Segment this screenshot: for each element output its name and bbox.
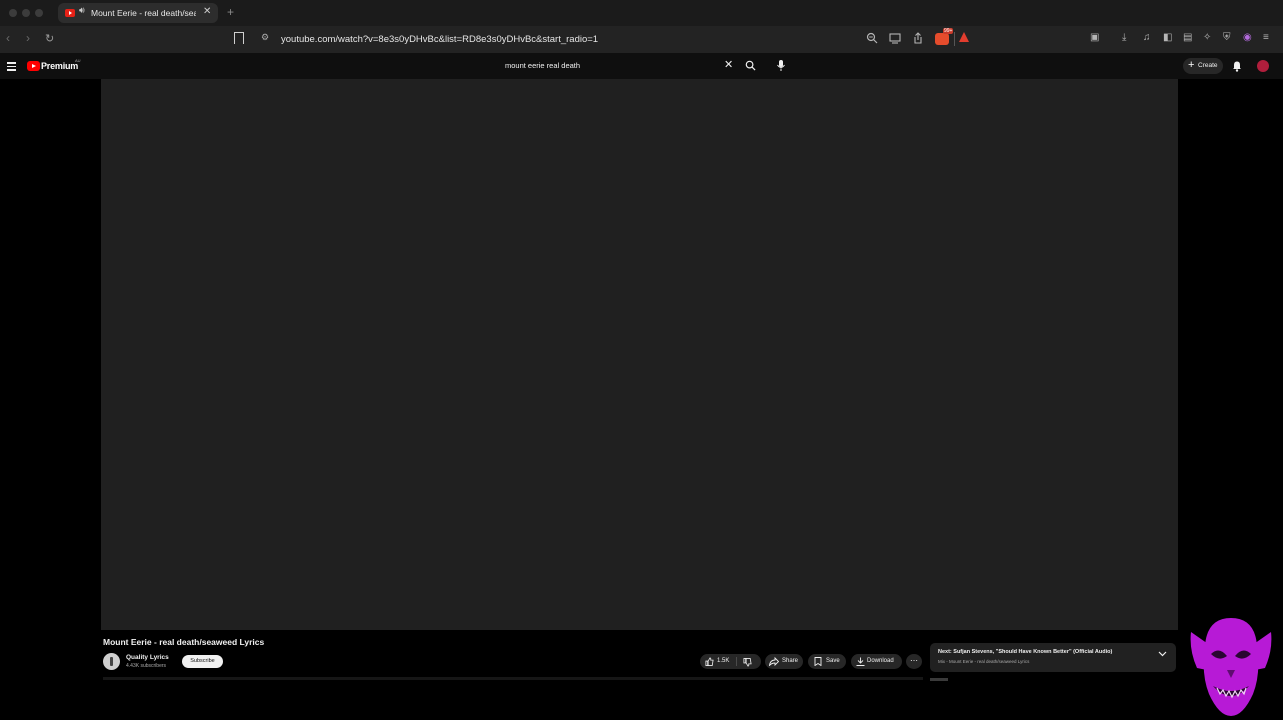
bookmark-icon[interactable] — [234, 32, 244, 44]
next-video-title: Next: Sufjan Stevens, "Should Have Known… — [938, 649, 1113, 655]
save-button[interactable]: Save — [808, 654, 846, 669]
tab-title: Mount Eerie - real death/seaweed Lyrics — [91, 8, 196, 18]
download-label: Download — [867, 658, 894, 664]
thumbs-down-icon[interactable] — [743, 658, 752, 667]
youtube-logo-text[interactable]: Premium — [41, 61, 78, 71]
mic-icon[interactable] — [776, 59, 786, 72]
sidebar-panel-icon[interactable]: ▣ — [1090, 32, 1099, 43]
zoom-icon[interactable] — [866, 32, 878, 44]
downloads-icon[interactable]: ⤓ — [1122, 32, 1126, 43]
logo-region: AU — [75, 58, 81, 63]
menu-icon[interactable]: ≡ — [1263, 32, 1269, 43]
split-view-icon[interactable]: ◧ — [1163, 32, 1172, 43]
share-page-icon[interactable] — [912, 32, 924, 44]
wallet-icon[interactable]: ▤ — [1183, 32, 1192, 43]
search-icon[interactable] — [745, 60, 756, 71]
address-bar-url[interactable]: youtube.com/watch?v=8e3s0yDHvBc&list=RD8… — [281, 34, 598, 45]
like-count[interactable]: 1.5K — [717, 658, 729, 664]
window-zoom-dot[interactable] — [35, 9, 43, 17]
playlist-progress — [930, 678, 948, 681]
guide-menu-icon[interactable] — [7, 62, 16, 73]
cast-icon[interactable] — [889, 32, 901, 44]
share-label: Share — [782, 658, 799, 664]
share-icon — [769, 657, 779, 666]
search-input[interactable]: mount eerie real death — [505, 61, 580, 70]
window-minimize-dot[interactable] — [22, 9, 30, 17]
channel-name[interactable]: Quality Lyrics — [126, 654, 169, 661]
channel-avatar[interactable] — [103, 653, 120, 670]
site-settings-icon[interactable]: ⚙ — [261, 32, 269, 43]
demon-face-overlay — [1190, 618, 1272, 716]
browser-tab-strip: 🔊︎ Mount Eerie - real death/seaweed Lyri… — [0, 0, 1283, 26]
create-label: Create — [1198, 62, 1218, 69]
thumbs-up-icon[interactable] — [705, 657, 714, 666]
description-edge — [103, 677, 923, 680]
next-video-subtitle: Mix - Mount Eerie - real death/seaweed L… — [938, 659, 1030, 664]
vpn-icon[interactable]: ⛨ — [1223, 32, 1231, 43]
chevron-down-icon[interactable] — [1158, 651, 1167, 657]
up-next-card[interactable]: Next: Sufjan Stevens, "Should Have Known… — [930, 643, 1176, 672]
forward-icon[interactable]: › — [26, 31, 30, 45]
audio-icon[interactable]: 🔊︎ — [79, 5, 85, 16]
save-icon — [814, 657, 822, 666]
subscribe-button[interactable]: Subscribe — [182, 655, 223, 668]
save-label: Save — [826, 658, 840, 664]
window-close-dot[interactable] — [9, 9, 17, 17]
rewards-icon[interactable] — [959, 32, 969, 42]
reload-icon[interactable]: ↻ — [45, 32, 54, 45]
create-button[interactable]: + Create — [1183, 58, 1223, 74]
new-tab-icon[interactable]: + — [227, 5, 234, 19]
clear-search-icon[interactable]: ✕ — [724, 58, 733, 71]
media-icon[interactable]: ♫ — [1143, 32, 1151, 43]
brave-shields-icon[interactable] — [935, 33, 949, 45]
browser-tab-active[interactable]: 🔊︎ Mount Eerie - real death/seaweed Lyri… — [58, 3, 218, 23]
subscriber-count: 4.43K subscribers — [126, 663, 167, 669]
account-avatar[interactable] — [1257, 60, 1269, 72]
video-title: Mount Eerie - real death/seaweed Lyrics — [103, 637, 265, 647]
share-button[interactable]: Share — [765, 654, 803, 669]
bell-icon[interactable] — [1232, 60, 1242, 72]
leo-icon[interactable]: ✧ — [1203, 32, 1211, 43]
plus-icon: + — [1188, 59, 1195, 71]
brave-shields-count: 99+ — [943, 28, 954, 34]
youtube-favicon-icon — [65, 9, 75, 17]
youtube-logo-icon[interactable] — [27, 61, 40, 71]
extension-icon[interactable]: ◉ — [1243, 32, 1252, 43]
video-player[interactable] — [101, 79, 1178, 630]
pill-divider — [736, 657, 737, 666]
download-icon — [856, 657, 865, 666]
close-icon[interactable]: ✕ — [203, 6, 211, 17]
youtube-masthead: Premium AU mount eerie real death ✕ + Cr… — [0, 53, 1283, 79]
like-dislike-group: 1.5K — [700, 654, 761, 669]
more-icon[interactable]: ⋯ — [906, 654, 922, 669]
browser-toolbar: ‹ › ↻ ⚙ youtube.com/watch?v=8e3s0yDHvBc&… — [0, 26, 1283, 53]
back-icon[interactable]: ‹ — [6, 31, 10, 45]
download-button[interactable]: Download — [851, 654, 902, 669]
toolbar-divider — [954, 32, 955, 46]
